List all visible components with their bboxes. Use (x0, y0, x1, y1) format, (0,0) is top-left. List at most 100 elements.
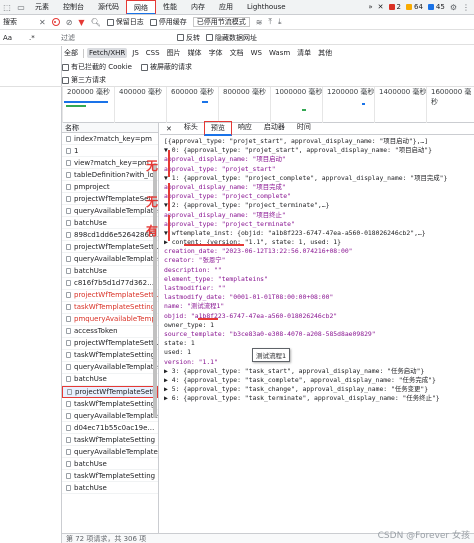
request-row[interactable]: batchUse (62, 217, 158, 230)
request-row[interactable]: view?match_key=pm… (62, 157, 158, 170)
warning-badge[interactable]: 64 (405, 3, 423, 11)
search-icon[interactable]: 🔍︎ (91, 18, 101, 27)
json-line[interactable]: name: "测试流程1" (164, 302, 474, 311)
hide-data-url-box[interactable] (206, 34, 213, 41)
timeline-overview[interactable]: 200000 毫秒 400000 毫秒 600000 毫秒 800000 毫秒 1000… (62, 87, 474, 123)
request-row[interactable]: taskWfTemplateSetting (62, 470, 158, 483)
error-badge[interactable]: 2 (388, 3, 401, 11)
request-row[interactable]: batchUse (62, 266, 158, 278)
json-line[interactable]: approval_display_name: "项目启动" (164, 155, 474, 164)
close-tab-icon[interactable]: ✕ (378, 3, 384, 11)
json-line[interactable]: version: "1.1" (164, 358, 474, 367)
request-row[interactable]: projectWfTemplateSett… (62, 241, 158, 254)
request-row[interactable]: projectWfTemplateSett… (62, 338, 158, 350)
detail-tab-2[interactable]: 响应 (232, 121, 258, 136)
request-row[interactable]: tableDefinition?with_lo (62, 169, 158, 182)
tab-5[interactable]: 内存 (184, 0, 212, 14)
request-row[interactable]: projectWfTemplateSett… (62, 193, 158, 206)
type-filter-7[interactable]: 文档 (228, 48, 246, 58)
json-line[interactable]: approval_display_name: "项目终止" (164, 211, 474, 220)
json-line[interactable]: used: 1 (164, 348, 474, 357)
json-line[interactable]: [{approval_type: "projet_start", approva… (164, 137, 474, 146)
json-line[interactable]: ▼ wftemplate_inst: {objid: "a1b8f223-674… (164, 229, 474, 238)
json-line[interactable]: source_template: "b3ce83a0-e308-4070-a20… (164, 330, 474, 339)
disable-cache-box[interactable] (149, 18, 157, 26)
invert-box[interactable] (177, 34, 184, 41)
record-icon[interactable] (51, 18, 60, 26)
download-icon[interactable]: ⤓ (278, 17, 282, 27)
json-line[interactable]: element_type: "templateins" (164, 275, 474, 284)
type-filter-10[interactable]: 清单 (295, 48, 313, 58)
device-toggle-icon[interactable]: ▭ (14, 3, 28, 12)
request-row[interactable]: queryAvailableTemplates (62, 253, 158, 266)
request-row[interactable]: batchUse (62, 458, 158, 471)
type-filter-1[interactable]: Fetch/XHR (87, 48, 128, 58)
preserve-log-checkbox[interactable]: 保留日志 (106, 17, 144, 27)
request-row[interactable]: 1 (62, 145, 158, 158)
json-line[interactable]: approval_type: "project_complete" (164, 192, 474, 201)
request-row[interactable]: pmproject (62, 181, 158, 194)
json-line[interactable]: lastmodify_date: "0001-01-01T08:00:00+08… (164, 293, 474, 302)
json-line[interactable]: description: "" (164, 266, 474, 275)
json-line[interactable]: ▼ 0: {approval_type: "projet_start", app… (164, 146, 474, 155)
detail-tab-3[interactable]: 启动器 (258, 121, 291, 136)
search-panel-label[interactable]: 搜索 (3, 17, 33, 27)
type-filter-2[interactable]: JS (130, 48, 141, 58)
type-filter-3[interactable]: CSS (144, 48, 162, 58)
request-row[interactable]: taskWfTemplateSetting (62, 350, 158, 362)
blocked-requests-box[interactable] (140, 63, 148, 71)
request-row[interactable]: index?match_key=pm (62, 133, 158, 146)
preserve-log-box[interactable] (106, 18, 114, 26)
name-column-header[interactable]: 名称 (62, 123, 158, 133)
type-filter-6[interactable]: 字体 (207, 48, 225, 58)
request-row[interactable]: batchUse (62, 374, 158, 386)
request-row[interactable]: projectWfTemplateSett… (62, 290, 158, 302)
request-row[interactable]: pmqueryAvailableTemplates (62, 314, 158, 326)
tab-1[interactable]: 控制台 (56, 0, 91, 14)
json-line[interactable]: ▶ 6: {approval_type: "task_terminate", a… (164, 394, 474, 403)
request-row[interactable]: c816f7b5d1d77d362… (62, 278, 158, 290)
tab-6[interactable]: 应用 (212, 0, 240, 14)
inspect-element-icon[interactable]: ⬚ (0, 3, 14, 12)
request-row[interactable]: batchUse (62, 482, 158, 495)
request-row[interactable]: queryAvailableTemplates (62, 410, 158, 423)
json-line[interactable]: approval_type: "project_terminate" (164, 220, 474, 229)
request-row[interactable]: projectWfTemplateSett… (62, 385, 158, 399)
close-search-icon[interactable]: ✕ (39, 18, 46, 27)
json-line[interactable]: owner_type: 1 (164, 321, 474, 330)
json-line[interactable]: approval_type: "projet_start" (164, 165, 474, 174)
info-badge[interactable]: 45 (427, 3, 445, 11)
json-line[interactable]: lastmodifier: "" (164, 284, 474, 293)
type-filter-8[interactable]: WS (249, 48, 264, 58)
json-preview[interactable]: [{approval_type: "projet_start", approva… (164, 137, 474, 531)
json-line[interactable]: ▶ 5: {approval_type: "task_change", appr… (164, 385, 474, 394)
third-party-checkbox[interactable]: 第三方请求 (62, 75, 106, 85)
disable-cache-checkbox[interactable]: 停用缓存 (149, 17, 187, 27)
type-filter-11[interactable]: 其他 (316, 48, 334, 58)
tab-3[interactable]: 网络 (126, 0, 156, 14)
json-line[interactable]: state: 1 (164, 339, 474, 348)
request-row[interactable]: taskWfTemplateSetting (62, 398, 158, 411)
blocked-cookies-box[interactable] (62, 63, 69, 71)
tab-4[interactable]: 性能 (156, 0, 184, 14)
upload-icon[interactable]: ⤒ (268, 17, 272, 27)
json-line[interactable]: ▼ 1: {approval_type: "project_complete",… (164, 174, 474, 183)
json-line[interactable]: creator: "张恩宁" (164, 256, 474, 265)
match-case-toggle[interactable]: Aa (3, 34, 23, 42)
throttle-select[interactable]: 已停用节流模式 (192, 17, 250, 27)
hide-data-url-checkbox[interactable]: 隐藏数据网址 (206, 33, 257, 43)
type-filter-5[interactable]: 媒体 (186, 48, 204, 58)
clear-icon[interactable]: ⊘ (66, 18, 73, 27)
request-row[interactable]: queryAvailableTemplates (62, 205, 158, 218)
json-line[interactable]: ▼ 2: {approval_type: "project_terminate"… (164, 201, 474, 210)
invert-checkbox[interactable]: 反转 (177, 33, 200, 43)
more-tabs-button[interactable]: » (368, 3, 372, 11)
wifi-icon[interactable]: ≋ (256, 18, 263, 27)
detail-tab-1[interactable]: 预览 (203, 121, 232, 136)
request-row[interactable]: taskWfTemplateSetting (62, 302, 158, 314)
request-row[interactable]: queryAvailableTemplates (62, 362, 158, 374)
detail-tab-0[interactable]: 标头 (178, 121, 204, 136)
request-row[interactable]: d04ec71b55c0ac19e… (62, 422, 158, 435)
type-filter-9[interactable]: Wasm (267, 48, 292, 58)
tab-2[interactable]: 源代码 (91, 0, 126, 14)
